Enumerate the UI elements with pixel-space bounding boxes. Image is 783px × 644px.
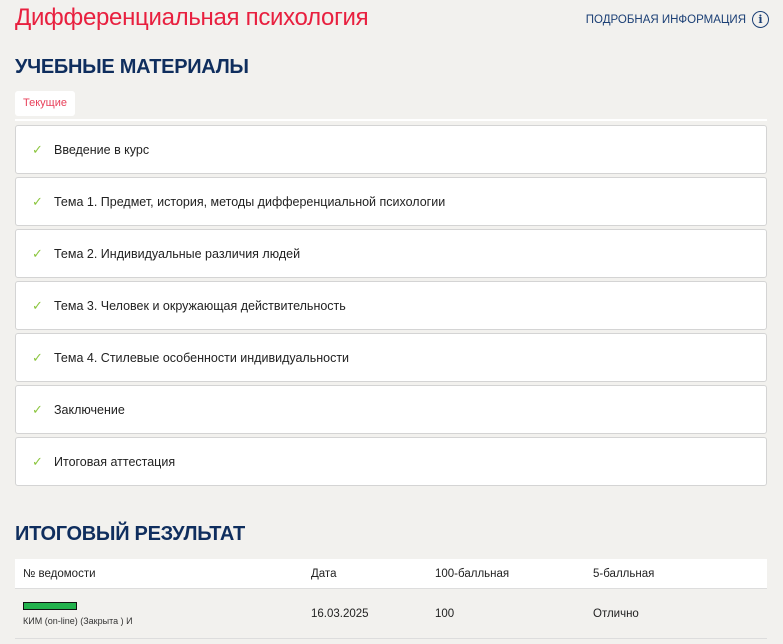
material-label: Итоговая аттестация [54, 454, 176, 469]
date-cell: 16.03.2025 [311, 607, 369, 620]
check-icon: ✓ [32, 453, 43, 469]
material-item[interactable]: ✓ Тема 3. Человек и окружающая действител… [15, 281, 767, 330]
progress-bar [23, 601, 77, 610]
material-label: Тема 1. Предмет, история, методы диффере… [54, 194, 446, 209]
col-date: Дата [311, 567, 337, 580]
material-item[interactable]: ✓ Тема 4. Стилевые особенности индивидуал… [15, 333, 767, 382]
material-item[interactable]: ✓ Тема 2. Индивидуальные различия людей [15, 229, 767, 278]
check-icon: ✓ [32, 193, 43, 209]
details-link[interactable]: ПОДРОБНАЯ ИНФОРМАЦИЯ i [586, 11, 769, 28]
tab-current[interactable]: Текущие [15, 91, 75, 116]
statement-name: КИМ (on-line) (Закрыта ) И [23, 615, 133, 626]
check-icon: ✓ [32, 401, 43, 417]
material-label: Тема 4. Стилевые особенности индивидуаль… [54, 350, 350, 365]
col-statement: № ведомости [23, 567, 96, 580]
material-label: Тема 3. Человек и окружающая действитель… [54, 298, 346, 313]
table-header: № ведомости Дата 100-балльная 5-балльная [15, 559, 767, 589]
materials-heading: УЧЕБНЫЕ МАТЕРИАЛЫ [15, 56, 249, 78]
course-title: Дифференциальная психология [15, 4, 369, 31]
score100-cell: 100 [435, 607, 455, 620]
check-icon: ✓ [32, 349, 43, 365]
material-item[interactable]: ✓ Итоговая аттестация [15, 437, 767, 486]
result-table: № ведомости Дата 100-балльная 5-балльная… [15, 559, 767, 639]
material-item[interactable]: ✓ Тема 1. Предмет, история, методы диффер… [15, 177, 767, 226]
material-label: Введение в курс [54, 142, 150, 157]
check-icon: ✓ [32, 141, 43, 157]
material-item[interactable]: ✓ Заключение [15, 385, 767, 434]
col-score100: 100-балльная [435, 567, 510, 580]
materials-list: ✓ Введение в курс ✓ Тема 1. Предмет, истор… [15, 125, 767, 489]
table-row: КИМ (on-line) (Закрыта ) И 16.03.2025 10… [15, 589, 767, 639]
check-icon: ✓ [32, 245, 43, 261]
tab-divider [15, 119, 767, 121]
result-heading: ИТОГОВЫЙ РЕЗУЛЬТАТ [15, 523, 245, 545]
material-label: Заключение [54, 402, 125, 417]
info-icon: i [752, 11, 769, 28]
material-label: Тема 2. Индивидуальные различия людей [54, 246, 301, 261]
check-icon: ✓ [32, 297, 43, 313]
col-score5: 5-балльная [593, 567, 655, 580]
score5-cell: Отлично [593, 607, 639, 620]
material-item[interactable]: ✓ Введение в курс [15, 125, 767, 174]
details-link-label: ПОДРОБНАЯ ИНФОРМАЦИЯ [585, 13, 746, 26]
